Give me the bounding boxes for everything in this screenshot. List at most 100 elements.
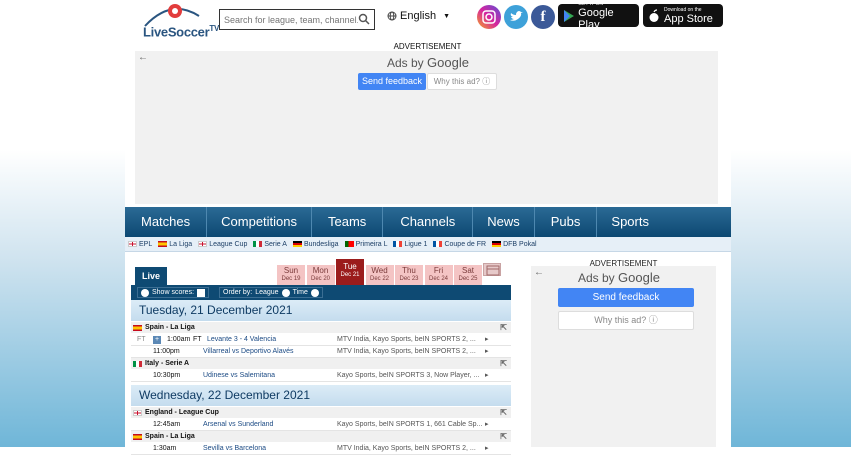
send-feedback-button[interactable]: Send feedback bbox=[358, 73, 426, 90]
facebook-icon[interactable]: f bbox=[531, 5, 555, 29]
match-name[interactable]: Villarreal vs Deportivo Alavés bbox=[203, 346, 294, 358]
day-tab[interactable]: Thu Dec 23 bbox=[395, 265, 423, 285]
flag-icon bbox=[133, 360, 142, 367]
order-by-label: Order by: bbox=[223, 289, 253, 296]
ads-by-text: Ads by bbox=[387, 56, 424, 70]
day-tab-date: Dec 21 bbox=[340, 272, 360, 278]
order-league[interactable]: League bbox=[255, 289, 278, 296]
flag-icon bbox=[393, 241, 403, 247]
league-link[interactable]: Coupe de FR bbox=[433, 241, 486, 248]
external-link-icon[interactable]: ⇱ bbox=[500, 407, 507, 418]
match-row[interactable]: 1:30am Sevilla vs Barcelona MTV India, Kay… bbox=[131, 443, 511, 455]
league-link[interactable]: League Cup bbox=[198, 241, 247, 248]
competition-row[interactable]: England - League Cup ⇱ bbox=[131, 407, 511, 418]
competition-row[interactable]: Italy - Serie A ⇱ bbox=[131, 358, 511, 369]
order-league-radio[interactable] bbox=[281, 288, 290, 297]
external-link-icon[interactable]: ⇱ bbox=[500, 431, 507, 442]
match-row[interactable]: 12:45am Arsenal vs Sunderland Kayo Sports,… bbox=[131, 419, 511, 431]
league-link-label: DFB Pokal bbox=[503, 240, 537, 248]
match-channels[interactable]: MTV India, Kayo Sports, beIN SPORTS 2, .… bbox=[337, 334, 487, 346]
top-ad: ← Ads by Google Send feedback Why this a… bbox=[135, 51, 718, 204]
chevron-right-icon[interactable]: ▸ bbox=[485, 370, 489, 382]
external-link-icon[interactable]: ⇱ bbox=[500, 358, 507, 369]
day-tab[interactable]: Fri Dec 24 bbox=[424, 265, 453, 285]
nav-matches[interactable]: Matches bbox=[125, 207, 208, 237]
day-tab-date: Dec 22 bbox=[369, 276, 389, 282]
competition-name: Spain - La Liga bbox=[145, 324, 195, 331]
match-row[interactable]: 10:30pm Udinese vs Salernitana Kayo Sports… bbox=[131, 370, 511, 382]
match-channels[interactable]: MTV India, Kayo Sports, beIN SPORTS 2, .… bbox=[337, 346, 487, 358]
day-tab-day: Mon bbox=[312, 266, 329, 275]
date-header: Tuesday, 21 December 2021 bbox=[131, 300, 511, 321]
right-ad: ← Ads by Google Send feedback Why this a… bbox=[531, 266, 716, 447]
match-row[interactable]: + FT FT 1:00am Levante 3 - 4 Valencia MTV Ind… bbox=[131, 334, 511, 346]
day-tab-day: Sat bbox=[461, 266, 474, 275]
language-selector[interactable]: English ▼ bbox=[387, 10, 450, 22]
show-scores-checkbox[interactable] bbox=[197, 288, 206, 297]
competition-row[interactable]: Spain - La Liga ⇱ bbox=[131, 431, 511, 442]
app-store-badge[interactable]: Download on the App Store bbox=[643, 4, 723, 27]
match-channels[interactable]: Kayo Sports, beIN SPORTS 3, Now Player, … bbox=[337, 370, 487, 382]
right-send-feedback-button[interactable]: Send feedback bbox=[558, 288, 694, 307]
flag-icon bbox=[292, 241, 302, 247]
expand-icon[interactable]: + bbox=[153, 336, 161, 344]
league-link[interactable]: La Liga bbox=[158, 241, 192, 248]
ad-back-icon[interactable]: ← bbox=[138, 52, 148, 63]
match-channels[interactable]: Kayo Sports, beIN SPORTS 1, 661 Cable Sp… bbox=[337, 419, 487, 431]
nav-sports[interactable]: Sports bbox=[597, 207, 663, 237]
day-tab[interactable]: Mon Dec 20 bbox=[306, 265, 335, 285]
match-name[interactable]: Udinese vs Salernitana bbox=[203, 370, 275, 382]
search-input[interactable] bbox=[220, 10, 358, 29]
logo[interactable]: LiveSoccerTV bbox=[141, 2, 219, 42]
league-link[interactable]: DFB Pokal bbox=[492, 240, 537, 248]
match-channels[interactable]: MTV India, Kayo Sports, beIN SPORTS 2, .… bbox=[337, 443, 487, 455]
info-icon: ⓘ bbox=[482, 77, 491, 86]
google-play-badge[interactable]: GET IT ON Google Play bbox=[558, 1, 639, 31]
nav-teams[interactable]: Teams bbox=[312, 207, 384, 237]
nav-news[interactable]: News bbox=[473, 207, 535, 237]
match-name[interactable]: Levante 3 - 4 Valencia bbox=[207, 334, 276, 346]
nav-channels[interactable]: Channels bbox=[383, 207, 474, 237]
chevron-right-icon[interactable]: ▸ bbox=[485, 334, 489, 346]
instagram-icon[interactable] bbox=[477, 5, 501, 29]
listing-toolbar: Show scores: Order by: League Time bbox=[131, 285, 511, 300]
league-link[interactable]: Primeira L bbox=[344, 241, 387, 248]
day-tabs: Live Sun Dec 19 Mon Dec 20 Tue Dec 21 Wed Dec 2… bbox=[131, 259, 511, 285]
order-time-radio[interactable] bbox=[310, 288, 319, 297]
right-ads-by-text: Ads by bbox=[578, 271, 615, 285]
match-name[interactable]: Sevilla vs Barcelona bbox=[203, 443, 266, 455]
league-link[interactable]: EPL bbox=[128, 241, 152, 248]
right-ad-back-icon[interactable]: ← bbox=[534, 267, 544, 278]
league-link[interactable]: Ligue 1 bbox=[393, 241, 427, 248]
day-tab[interactable]: Tue Dec 21 bbox=[336, 259, 364, 285]
chevron-right-icon[interactable]: ▸ bbox=[485, 419, 489, 431]
day-tab-day: Thu bbox=[402, 266, 416, 275]
search-icon[interactable] bbox=[358, 13, 370, 25]
apple-icon bbox=[649, 8, 659, 22]
competition-name: England - League Cup bbox=[145, 409, 219, 416]
nav-competitions[interactable]: Competitions bbox=[207, 207, 313, 237]
match-name[interactable]: Arsenal vs Sunderland bbox=[203, 419, 273, 431]
calendar-icon[interactable] bbox=[483, 263, 501, 276]
show-scores-toggle[interactable]: Show scores: bbox=[137, 287, 210, 298]
competition-row[interactable]: Spain - La Liga ⇱ bbox=[131, 322, 511, 333]
match-time: 1:30am bbox=[153, 445, 177, 452]
date-header: Wednesday, 22 December 2021 bbox=[131, 385, 511, 406]
nav-pubs[interactable]: Pubs bbox=[535, 207, 598, 237]
league-link[interactable]: Bundesliga bbox=[292, 241, 339, 248]
external-link-icon[interactable]: ⇱ bbox=[500, 322, 507, 333]
league-link[interactable]: Serie A bbox=[253, 241, 287, 248]
match-row[interactable]: 11:00pm Villarreal vs Deportivo Alavés MTV… bbox=[131, 346, 511, 358]
chevron-right-icon[interactable]: ▸ bbox=[485, 443, 489, 455]
match-status: FT bbox=[137, 336, 146, 343]
match-ft: FT bbox=[193, 336, 202, 343]
live-tab[interactable]: Live bbox=[135, 267, 167, 285]
why-this-ad-button[interactable]: Why this ad? ⓘ bbox=[427, 73, 497, 90]
right-why-this-ad-button[interactable]: Why this ad? ⓘ bbox=[558, 311, 694, 330]
day-tab[interactable]: Sat Dec 25 bbox=[454, 265, 482, 285]
day-tab[interactable]: Sun Dec 19 bbox=[277, 265, 305, 285]
order-time[interactable]: Time bbox=[293, 289, 308, 296]
day-tab[interactable]: Wed Dec 22 bbox=[365, 265, 394, 285]
chevron-right-icon[interactable]: ▸ bbox=[485, 346, 489, 358]
twitter-icon[interactable] bbox=[504, 5, 528, 29]
